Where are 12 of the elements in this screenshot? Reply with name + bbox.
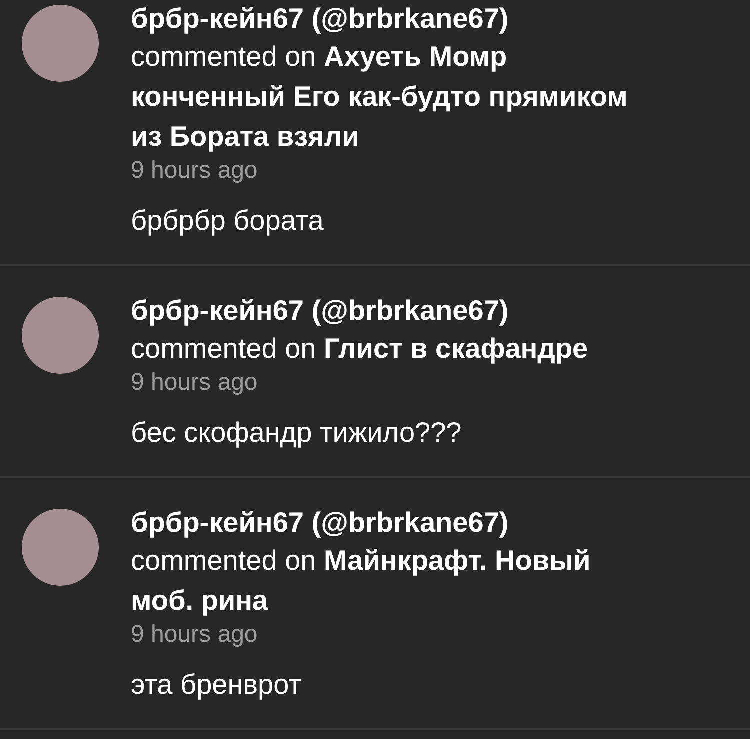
author-name[interactable]: брбр-кейн67 (@brbrkane67) xyxy=(131,1,635,37)
timestamp: 9 hours ago xyxy=(131,621,259,649)
comment-context: commented on Майнкрафт. Новый моб. рина xyxy=(131,544,592,618)
comment-text: бес скофандр тижило??? xyxy=(131,416,463,450)
timestamp: 9 hours ago xyxy=(131,369,259,397)
comment-text: эта бренврот xyxy=(131,668,302,702)
author-name[interactable]: брбр-кейн67 (@brbrkane67) xyxy=(131,505,635,541)
comment-context: commented on Глист в скафандре xyxy=(131,332,590,366)
timestamp: 9 hours ago xyxy=(131,157,259,185)
comment-context: commented on Ахуеть Момр конченный Его как-будто прямиком из Бората взяли xyxy=(131,40,629,154)
author-name[interactable]: брбр-кейн67 (@brbrkane67) xyxy=(131,293,635,329)
comment-text: брбрбр бората xyxy=(131,204,325,238)
